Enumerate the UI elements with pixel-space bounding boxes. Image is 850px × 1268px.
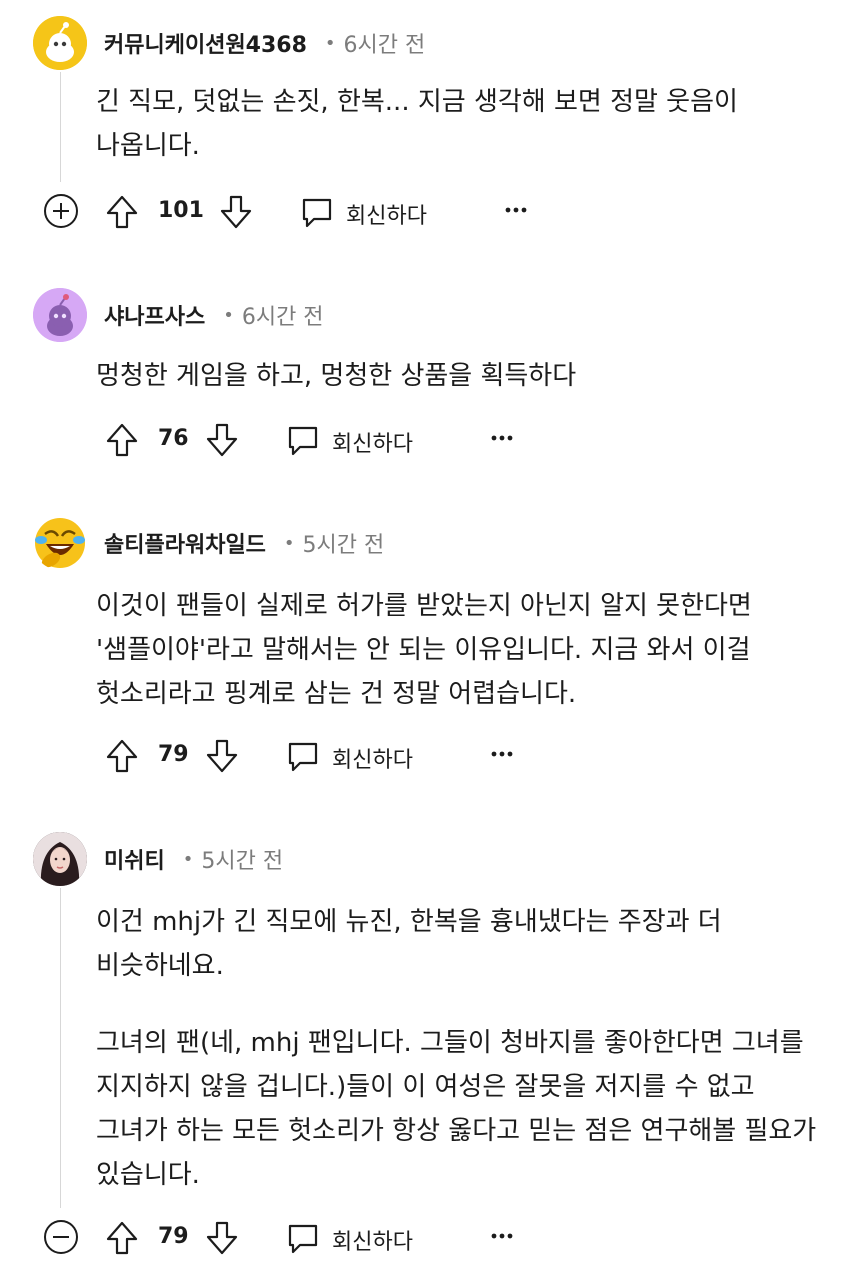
comment-bubble-icon: [288, 426, 318, 456]
upvote-button[interactable]: [104, 738, 140, 774]
username[interactable]: 미쉬티: [104, 843, 165, 875]
downvote-button[interactable]: [218, 194, 254, 230]
reply-button[interactable]: [286, 740, 320, 774]
laughing-emoji-icon: [35, 518, 85, 568]
comment-bubble-icon: [302, 198, 332, 228]
comment-body: 긴 직모, 덧없는 손짓, 한복... 지금 생각해 보면 정말 웃음이 나옵니…: [96, 80, 821, 168]
downvote-button[interactable]: [204, 422, 240, 458]
collapse-thread-button[interactable]: [42, 1218, 80, 1256]
more-dots-icon: [491, 751, 513, 757]
reply-label[interactable]: 회신하다: [332, 426, 413, 458]
reply-label[interactable]: 회신하다: [332, 1224, 413, 1256]
snoo-avatar-icon: [33, 16, 87, 70]
upvote-arrow-icon: [106, 423, 138, 457]
avatar[interactable]: [33, 832, 87, 886]
username[interactable]: 솔티플라워차일드: [104, 527, 266, 559]
comment-paragraph: 이건 mhj가 긴 직모에 뉴진, 한복을 흉내냈다는 주장과 더 비슷하네요.: [96, 907, 722, 981]
reply-label[interactable]: 회신하다: [332, 742, 413, 774]
separator-dot: •: [324, 32, 336, 54]
comment-paragraph: 그녀의 팬(네, mhj 팬입니다. 그들이 청바지를 좋아한다면 그녀를 지지…: [96, 1028, 817, 1190]
vote-count: 79: [158, 742, 189, 767]
upvote-button[interactable]: [104, 1220, 140, 1256]
thread-line: [60, 72, 61, 182]
username[interactable]: 샤나프사스: [104, 299, 205, 331]
upvote-button[interactable]: [104, 422, 140, 458]
avatar[interactable]: [33, 516, 87, 570]
minus-circle-icon: [44, 1220, 78, 1254]
comment-body: 멍청한 게임을 하고, 멍청한 상품을 획득하다: [96, 354, 821, 398]
username[interactable]: 커뮤니케이션원4368: [104, 27, 307, 59]
vote-count: 76: [158, 426, 189, 451]
snoo-avatar-icon: [33, 288, 87, 342]
reply-button[interactable]: [286, 424, 320, 458]
downvote-button[interactable]: [204, 1220, 240, 1256]
upvote-arrow-icon: [106, 739, 138, 773]
plus-circle-icon: [44, 194, 78, 228]
comment-paragraph: 이것이 팬들이 실제로 허가를 받았는지 아닌지 알지 못한다면 '샘플이야'라…: [96, 591, 752, 709]
reply-button[interactable]: [300, 196, 334, 230]
comment-paragraph: 긴 직모, 덧없는 손짓, 한복... 지금 생각해 보면 정말 웃음이 나옵니…: [96, 87, 738, 161]
more-options-button[interactable]: [490, 426, 514, 450]
comment-body: 이것이 팬들이 실제로 허가를 받았는지 아닌지 알지 못한다면 '샘플이야'라…: [96, 584, 821, 716]
expand-thread-button[interactable]: [42, 192, 80, 230]
reply-button[interactable]: [286, 1222, 320, 1256]
comment-bubble-icon: [288, 1224, 318, 1254]
upvote-button[interactable]: [104, 194, 140, 230]
more-dots-icon: [491, 1233, 513, 1239]
more-dots-icon: [505, 207, 527, 213]
separator-dot: •: [283, 532, 295, 554]
vote-count: 79: [158, 1224, 189, 1249]
downvote-arrow-icon: [220, 195, 252, 229]
avatar[interactable]: [33, 288, 87, 342]
more-options-button[interactable]: [490, 1224, 514, 1248]
more-options-button[interactable]: [490, 742, 514, 766]
separator-dot: •: [223, 304, 234, 326]
separator-dot: •: [182, 848, 194, 870]
timestamp: 5시간 전: [201, 849, 284, 874]
more-options-button[interactable]: [504, 198, 528, 222]
more-dots-icon: [491, 435, 513, 441]
user-photo-icon: [33, 832, 87, 886]
vote-count: 101: [158, 198, 204, 223]
comment-body: 이건 mhj가 긴 직모에 뉴진, 한복을 흉내냈다는 주장과 더 비슷하네요.…: [96, 900, 821, 1197]
downvote-button[interactable]: [204, 738, 240, 774]
downvote-arrow-icon: [206, 1221, 238, 1255]
avatar[interactable]: [33, 16, 87, 70]
downvote-arrow-icon: [206, 423, 238, 457]
comment-paragraph: 멍청한 게임을 하고, 멍청한 상품을 획득하다: [96, 361, 577, 391]
timestamp: 6시간 전: [343, 33, 426, 58]
thread-line: [60, 888, 61, 1208]
comment-bubble-icon: [288, 742, 318, 772]
upvote-arrow-icon: [106, 1221, 138, 1255]
upvote-arrow-icon: [106, 195, 138, 229]
timestamp: 5시간 전: [302, 533, 385, 558]
downvote-arrow-icon: [206, 739, 238, 773]
reply-label[interactable]: 회신하다: [346, 198, 427, 230]
timestamp: 6시간 전: [241, 305, 324, 330]
